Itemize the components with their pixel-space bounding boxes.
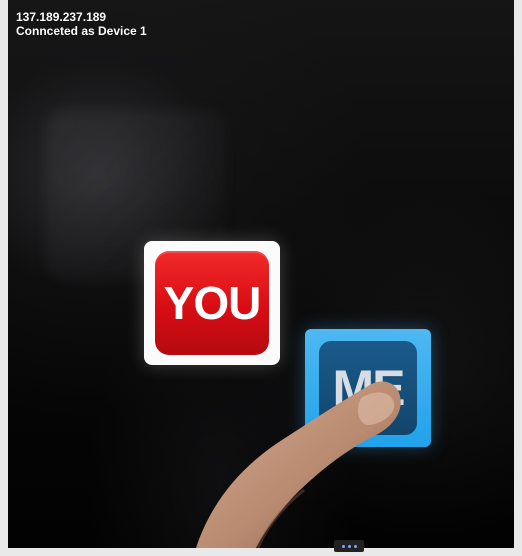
you-button[interactable]: YOU [144,241,280,365]
app-screen: 137.189.237.189 Connceted as Device 1 YO… [8,0,514,548]
connection-label: Connceted as Device 1 [16,24,147,38]
connection-status: 137.189.237.189 Connceted as Device 1 [16,10,147,38]
me-button[interactable]: ME [305,329,431,447]
page-dot [353,544,357,548]
ip-address-label: 137.189.237.189 [16,10,107,24]
you-label: YOU [163,277,262,329]
page-dot [347,544,351,548]
page-indicator[interactable] [334,540,364,552]
me-badge: ME [319,341,417,435]
me-label: ME [332,360,406,416]
page-dot [341,544,345,548]
you-badge: YOU [155,251,269,355]
